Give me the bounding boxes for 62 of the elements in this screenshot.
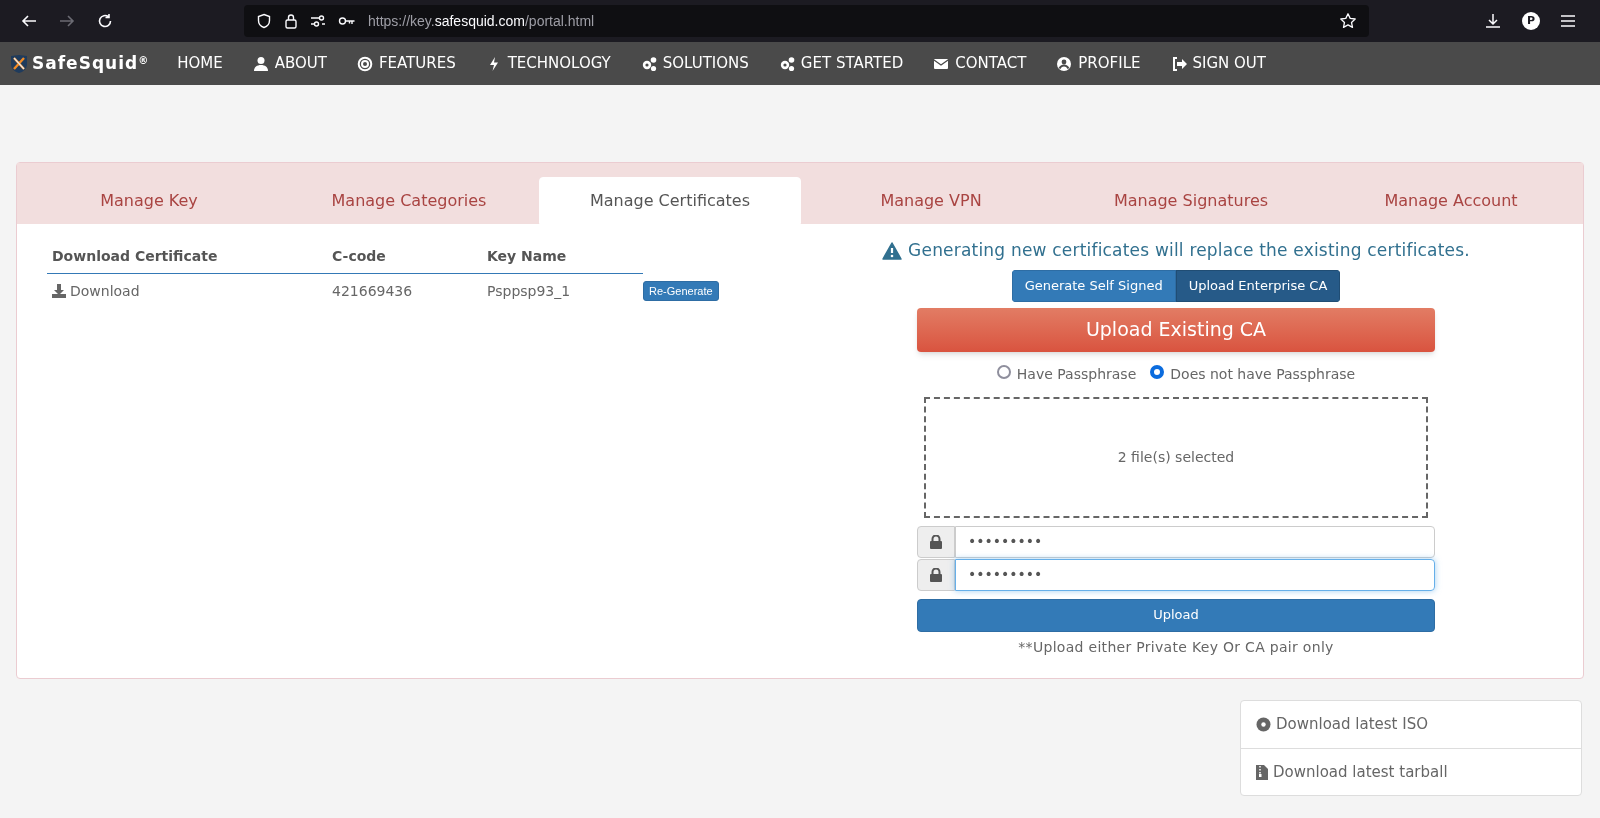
column-header: Key Name [486, 247, 568, 266]
lock-icon [930, 567, 942, 582]
regenerate-button[interactable]: Re-Generate [643, 281, 719, 301]
menu-icon[interactable] [1560, 14, 1576, 28]
reload-icon[interactable] [96, 12, 114, 30]
lock-icon[interactable] [284, 13, 298, 29]
nav-link[interactable]: HOME [177, 52, 223, 75]
tab[interactable]: Manage Account [1321, 177, 1581, 224]
password-field[interactable]: ••••••••• [955, 558, 1435, 591]
column-header: Download Certificate [51, 247, 219, 266]
radio-button[interactable] [996, 364, 1011, 379]
radio-label[interactable]: Have Passphrase [1016, 363, 1137, 385]
upload-note: **Upload either Private Key Or CA pair only [1018, 637, 1334, 657]
upload-existing-ca-banner: Upload Existing CA [917, 307, 1435, 352]
key-icon[interactable] [338, 15, 356, 27]
warning-icon [882, 241, 903, 260]
nav-link[interactable]: SIGN OUT [1170, 52, 1266, 75]
url-text[interactable]: https://key.safesquid.com/portal.html [368, 10, 595, 32]
download-icon[interactable] [1484, 12, 1502, 30]
permissions-icon[interactable] [310, 14, 326, 28]
gears-icon [640, 55, 657, 72]
brand-name[interactable]: SafeSquid$^{®}$ [32, 50, 150, 77]
nav-link[interactable]: ABOUT [252, 52, 327, 75]
tab[interactable]: Manage VPN [801, 177, 1061, 224]
table-cell-text: 421669436 [331, 281, 414, 301]
mode-toggle-button[interactable]: Upload Enterprise CA [1175, 269, 1341, 302]
download-link[interactable]: Download latest tarball [1241, 748, 1581, 795]
shield-icon[interactable] [256, 13, 272, 29]
table-cell-text: Psppsp93_1 [486, 281, 572, 301]
mode-toggle-button[interactable]: Generate Self Signed [1011, 269, 1176, 302]
tab[interactable]: Manage Signatures [1061, 177, 1321, 224]
lock-icon [930, 534, 942, 549]
user-icon [252, 55, 269, 72]
column-header: C-code [331, 247, 387, 266]
gears-icon [778, 55, 795, 72]
profile-avatar[interactable]: P [1522, 12, 1540, 30]
file-icon [1256, 764, 1268, 780]
tab[interactable]: Manage Key [19, 177, 279, 224]
tab[interactable]: Manage Categories [279, 177, 539, 224]
nav-link[interactable]: CONTACT [933, 52, 1027, 75]
upload-button[interactable]: Upload [917, 598, 1435, 632]
nav-link[interactable]: SOLUTIONS [640, 52, 749, 75]
tab[interactable]: Manage Certificates [539, 177, 801, 224]
radio-label[interactable]: Does not have Passphrase [1170, 363, 1356, 385]
sign-out-icon [1170, 55, 1187, 72]
logo-icon[interactable] [10, 53, 28, 74]
nav-link[interactable]: TECHNOLOGY [485, 52, 611, 75]
user-circle-icon [1056, 55, 1073, 72]
warning-message: Generating new certificates will replace the existing certificates. [908, 239, 1470, 262]
file-dropzone[interactable]: 2 file(s) selected [924, 396, 1428, 518]
download-link[interactable]: Download [70, 280, 140, 302]
disc-icon [1256, 717, 1271, 732]
radio-button[interactable] [1150, 364, 1165, 379]
nav-link[interactable]: FEATURES [356, 52, 456, 75]
nav-link[interactable]: PROFILE [1056, 52, 1141, 75]
download-link[interactable]: Download latest ISO [1241, 701, 1581, 748]
address-bar[interactable]: https://key.safesquid.com/portal.html [244, 5, 1369, 37]
download-icon [52, 284, 66, 298]
bookmark-star-icon[interactable] [1339, 12, 1357, 30]
password-field[interactable]: ••••••••• [955, 525, 1435, 558]
nav-link[interactable]: GET STARTED [778, 52, 904, 75]
target-icon [356, 55, 373, 72]
